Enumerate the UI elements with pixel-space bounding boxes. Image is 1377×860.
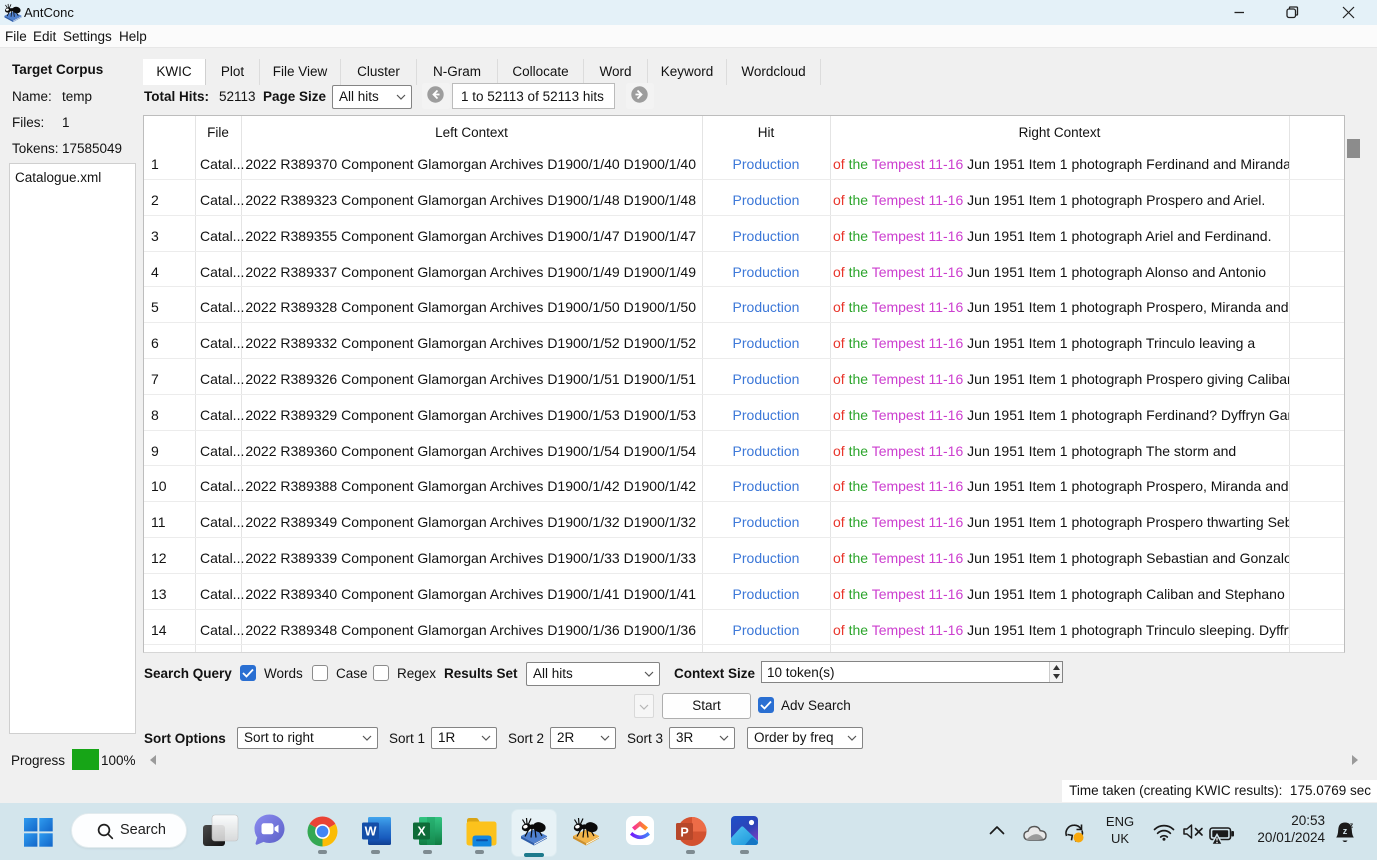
svg-text:z: z — [1350, 823, 1354, 830]
svg-text:X: X — [417, 825, 426, 839]
svg-text:W: W — [365, 825, 377, 839]
svg-text:z: z — [1343, 826, 1348, 836]
svg-text:P: P — [680, 825, 688, 839]
